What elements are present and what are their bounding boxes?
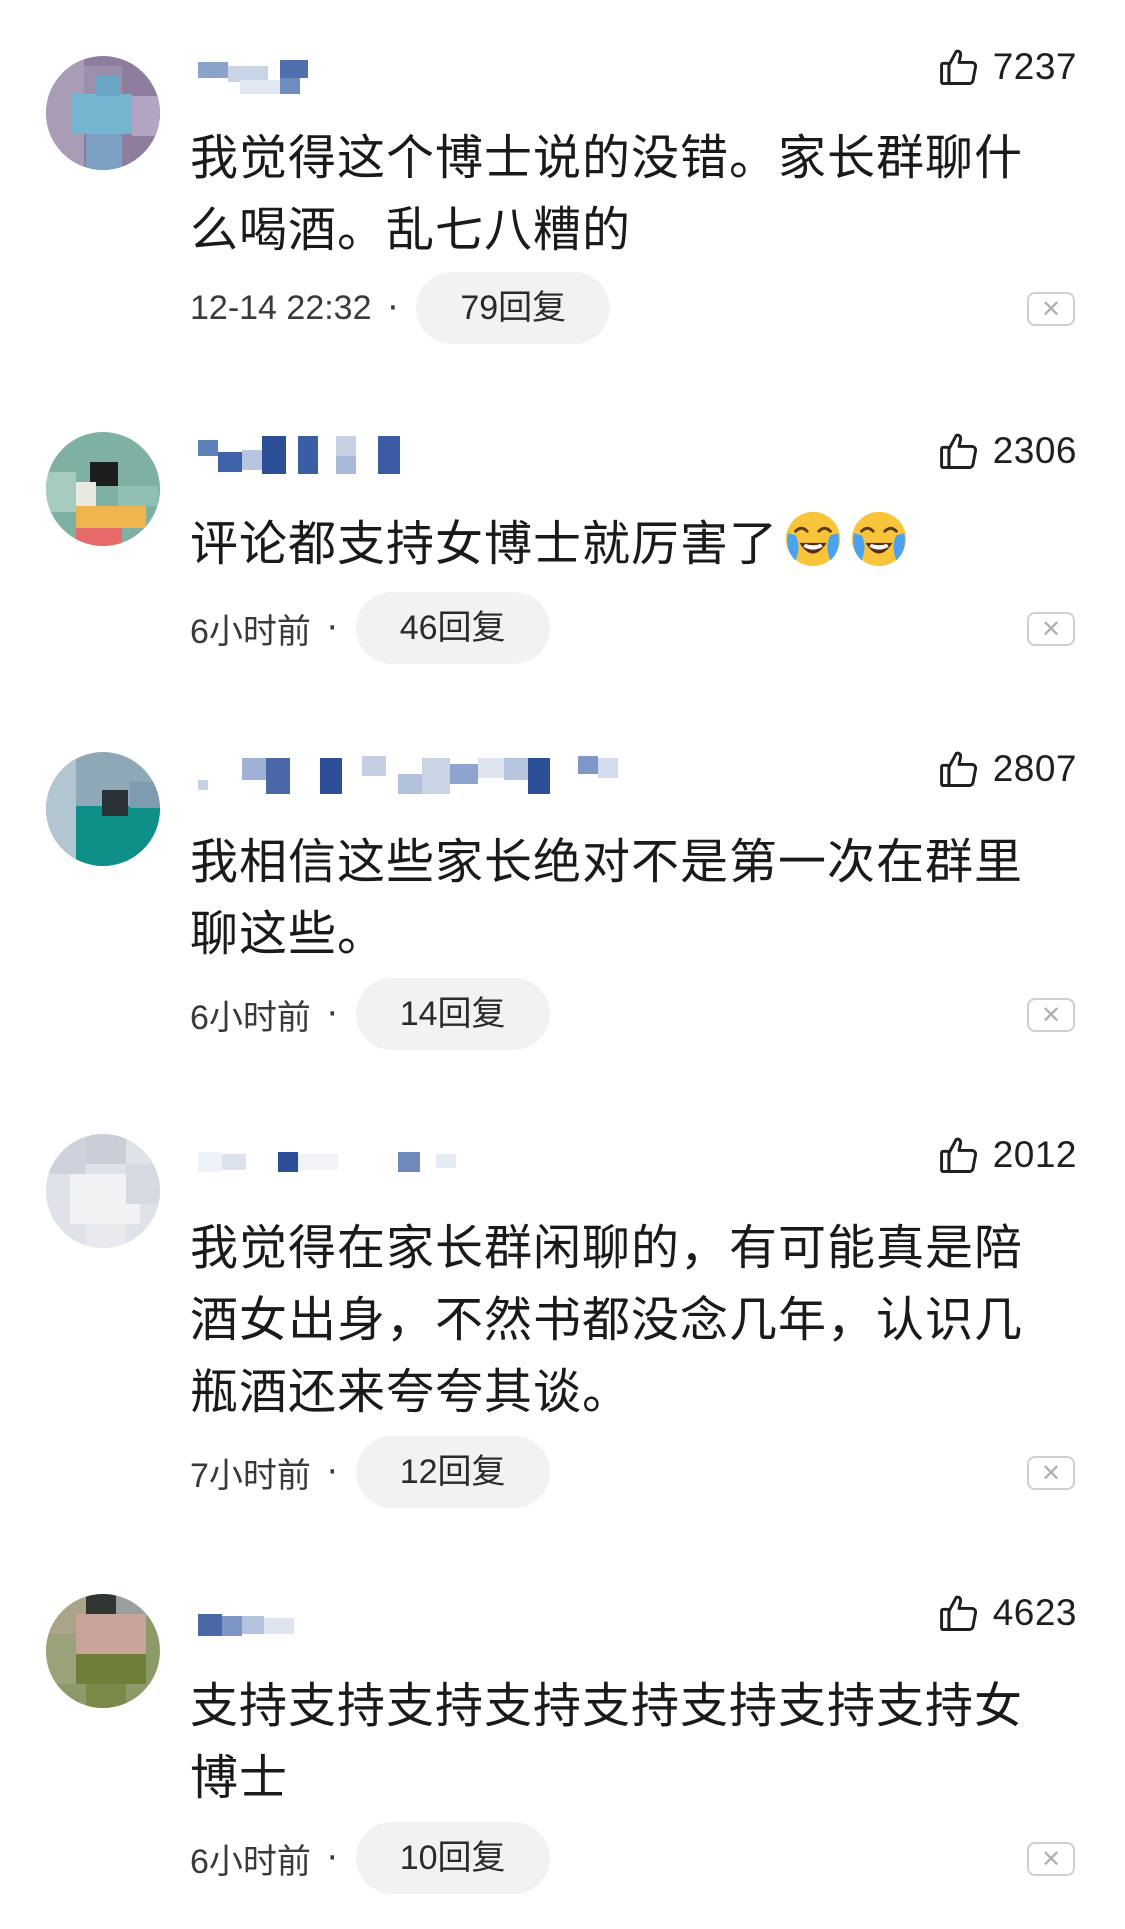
avatar[interactable] [46,752,160,866]
comment-meta: 12-14 22:32 · 79回复 [190,272,611,344]
username[interactable] [198,436,408,482]
reply-count-button[interactable]: 10回复 [355,1822,550,1894]
like-count: 2012 [992,1134,1077,1175]
comment-text: 我觉得在家长群闲聊的，有可能真是陪酒女出身，不然书都没念几年，认识几瓶酒还来夸夸… [190,1220,1024,1420]
separator-dot: · [326,608,338,648]
close-button[interactable]: ✕ [1027,1842,1075,1876]
comment-text: 支持支持支持支持支持支持支持支持女博士 [190,1678,1024,1806]
close-button[interactable]: ✕ [1027,612,1075,646]
loudly-crying-face-emoji [851,511,907,567]
comment-time: 7小时前 [190,1456,311,1495]
reply-count-button[interactable]: 14回复 [355,978,550,1050]
comment-time: 6小时前 [190,612,311,651]
thumbs-up-icon [939,433,977,469]
username[interactable] [198,58,318,104]
separator-dot: · [387,288,399,328]
reply-count-button[interactable]: 12回复 [355,1436,550,1508]
separator-dot: · [326,994,338,1034]
username[interactable] [198,756,618,802]
comment-meta: 6小时前 · 10回复 [190,1822,550,1894]
comment-meta: 7小时前 · 12回复 [190,1436,550,1508]
comment-text: 评论都支持女博士就厉害了 [190,508,1070,580]
like-button[interactable]: 2306 [937,424,1077,478]
comment-text: 我觉得这个博士说的没错。家长群聊什么喝酒。乱七八糟的 [190,130,1024,258]
thumbs-up-icon [939,751,977,787]
like-count: 2807 [992,748,1077,789]
close-icon: ✕ [1040,1001,1062,1029]
close-icon: ✕ [1040,615,1062,643]
like-count: 4623 [992,1592,1077,1633]
avatar[interactable] [46,1134,160,1248]
close-button[interactable]: ✕ [1027,292,1075,326]
comment-time: 6小时前 [190,998,311,1037]
like-button[interactable]: 2012 [937,1128,1077,1182]
like-button[interactable]: 7237 [937,40,1077,94]
thumbs-up-icon [939,1137,977,1173]
reply-count-button[interactable]: 46回复 [355,592,550,664]
close-icon: ✕ [1040,1459,1062,1487]
comment-meta: 6小时前 · 46回复 [190,592,550,664]
thumbs-up-icon [939,1595,977,1631]
username[interactable] [198,1148,498,1194]
close-button[interactable]: ✕ [1027,1456,1075,1490]
separator-dot: · [326,1452,338,1492]
like-button[interactable]: 4623 [937,1586,1077,1640]
close-icon: ✕ [1040,295,1062,323]
comment-time: 12-14 22:32 [190,288,372,327]
comment-meta: 6小时前 · 14回复 [190,978,550,1050]
avatar[interactable] [46,56,160,170]
username[interactable] [198,1608,308,1654]
close-icon: ✕ [1040,1845,1062,1873]
like-count: 2306 [992,430,1077,471]
separator-dot: · [326,1838,338,1878]
comment-time: 6小时前 [190,1842,311,1881]
comment-text: 我相信这些家长绝对不是第一次在群里聊这些。 [190,834,1024,962]
like-count: 7237 [992,46,1077,87]
loudly-crying-face-emoji [785,511,841,567]
close-button[interactable]: ✕ [1027,998,1075,1032]
like-button[interactable]: 2807 [937,742,1077,796]
comment-text-body: 评论都支持女博士就厉害了 [190,516,779,572]
avatar[interactable] [46,1594,160,1708]
reply-count-button[interactable]: 79回复 [416,272,611,344]
avatar[interactable] [46,432,160,546]
thumbs-up-icon [939,49,977,85]
